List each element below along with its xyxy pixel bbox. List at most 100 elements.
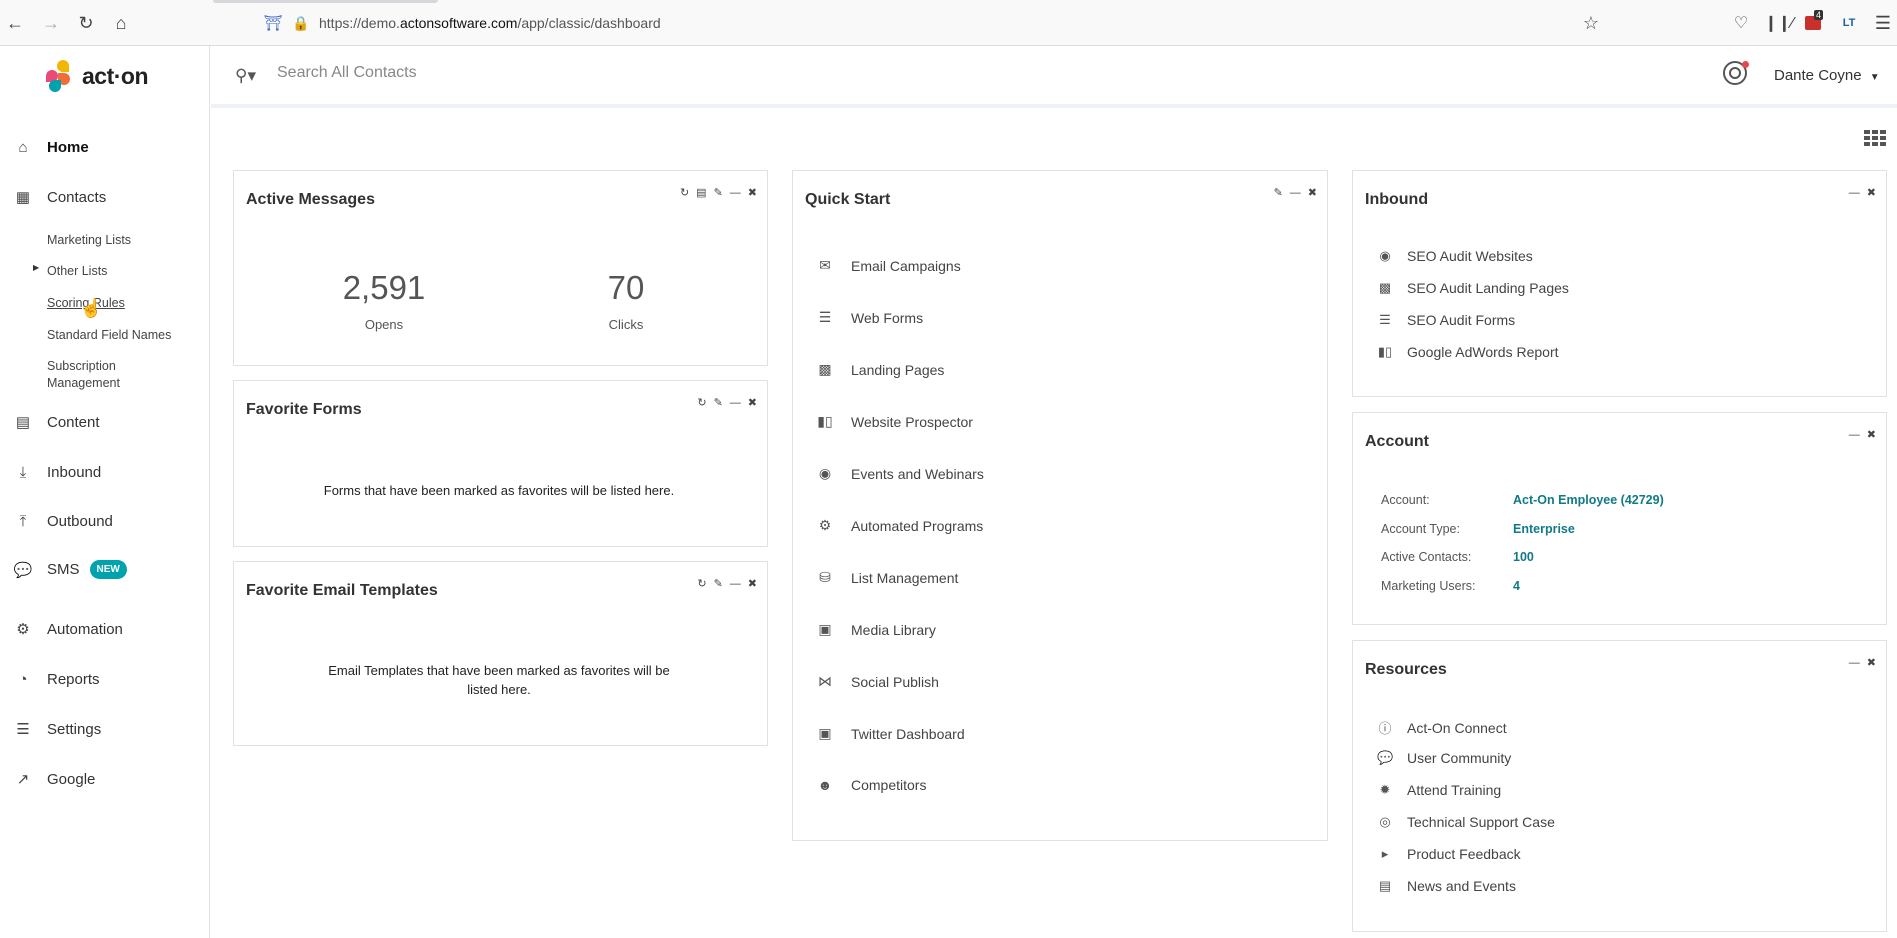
refresh-icon[interactable]: ↻ <box>697 397 706 409</box>
panel-title: Resources <box>1365 661 1447 678</box>
sub-other-lists[interactable]: Other Lists <box>47 263 107 280</box>
home-browser-icon[interactable]: ⌂ <box>106 8 136 38</box>
menu-icon[interactable]: ☰ <box>1870 8 1896 38</box>
nav-automation[interactable]: ⚙ Automation <box>14 620 123 639</box>
reload-icon[interactable]: ↻ <box>71 8 101 38</box>
minimize-icon[interactable]: — <box>1849 657 1860 669</box>
link-label: Google AdWords Report <box>1407 344 1559 360</box>
layout-grid-icon[interactable] <box>1864 130 1886 148</box>
nav-contacts[interactable]: ▦ Contacts <box>14 188 106 207</box>
clicks-metric[interactable]: 70 Clicks <box>556 269 696 332</box>
account-key: Marketing Users: <box>1381 579 1476 593</box>
resource-news-and-events[interactable]: ▤ News and Events <box>1377 878 1516 894</box>
qs-competitors[interactable]: ☻ Competitors <box>817 777 927 793</box>
nav-google-label: Google <box>47 770 96 788</box>
sub-subscription[interactable]: Subscription <box>47 358 116 375</box>
nav-reports[interactable]: ◔ Reports <box>14 670 99 688</box>
minimize-icon[interactable]: — <box>730 397 741 409</box>
qs-label: Email Campaigns <box>851 257 961 274</box>
resource-user-community[interactable]: 💬 User Community <box>1377 750 1511 766</box>
minimize-icon[interactable]: — <box>1849 429 1860 441</box>
qs-media-library[interactable]: ▣ Media Library <box>817 621 935 638</box>
account-value[interactable]: 100 <box>1513 550 1534 564</box>
pencil-icon[interactable]: ✎ <box>714 397 723 409</box>
pencil-icon[interactable]: ✎ <box>1274 187 1283 199</box>
inbound-seo-audit-landing-pages[interactable]: ▩ SEO Audit Landing Pages <box>1377 280 1569 296</box>
inbound-seo-audit-websites[interactable]: ◉ SEO Audit Websites <box>1377 248 1532 264</box>
hand-cursor-icon: ☝ <box>80 298 103 318</box>
qs-web-forms[interactable]: ☰ Web Forms <box>817 309 923 326</box>
sub-standard-field-names[interactable]: Standard Field Names <box>47 327 171 344</box>
act-on-logo[interactable]: act·on <box>46 60 149 92</box>
account-value[interactable]: Act-On Employee (42729) <box>1513 493 1664 507</box>
library-icon[interactable]: ❙❙∕ <box>1764 8 1793 38</box>
sub-management[interactable]: Management <box>47 375 120 392</box>
resource-act-on-connect[interactable]: ⓘ Act-On Connect <box>1377 718 1506 737</box>
qs-label: Twitter Dashboard <box>851 725 965 742</box>
qs-automated-programs[interactable]: ⚙ Automated Programs <box>817 517 984 534</box>
minimize-icon[interactable]: — <box>730 578 741 590</box>
qs-landing-pages[interactable]: ▩ Landing Pages <box>817 361 944 378</box>
minimize-icon[interactable]: — <box>730 187 741 199</box>
extension-icon[interactable]: 4 <box>1800 8 1826 38</box>
bookmark-star-icon[interactable]: ☆ <box>1576 8 1606 38</box>
qs-twitter-dashboard[interactable]: ▣ Twitter Dashboard <box>817 725 965 742</box>
qs-email-campaigns[interactable]: ✉ Email Campaigns <box>817 257 961 274</box>
pencil-icon[interactable]: ✎ <box>714 578 723 590</box>
refresh-icon[interactable]: ↻ <box>680 187 689 199</box>
forward-icon[interactable]: → <box>36 8 66 38</box>
account-row: Marketing Users: 4 <box>1381 579 1520 593</box>
pocket-icon[interactable]: ♡ <box>1728 8 1754 38</box>
refresh-icon[interactable]: ↻ <box>697 578 706 590</box>
languagetool-icon[interactable]: LT <box>1836 8 1862 38</box>
resource-technical-support-case[interactable]: ◎ Technical Support Case <box>1377 814 1555 830</box>
inbound-seo-audit-forms[interactable]: ☰ SEO Audit Forms <box>1377 312 1515 328</box>
table-icon[interactable]: ▤ <box>696 187 706 199</box>
resource-attend-training[interactable]: ✹ Attend Training <box>1377 782 1502 798</box>
clicks-value: 70 <box>607 269 645 306</box>
sub-marketing-lists[interactable]: Marketing Lists <box>47 232 131 249</box>
close-icon[interactable]: ✖ <box>1308 187 1317 199</box>
search-icon[interactable]: ⚲▾ <box>235 66 256 86</box>
nav-content[interactable]: ▤ Content <box>14 413 100 432</box>
close-icon[interactable]: ✖ <box>1867 657 1876 669</box>
nav-outbound[interactable]: ⤒ Outbound <box>14 512 113 530</box>
account-value[interactable]: Enterprise <box>1513 522 1575 536</box>
close-icon[interactable]: ✖ <box>1867 429 1876 441</box>
minimize-icon[interactable]: — <box>1849 187 1860 199</box>
close-icon[interactable]: ✖ <box>748 397 757 409</box>
close-icon[interactable]: ✖ <box>748 578 757 590</box>
list-icon: ☰ <box>1379 312 1391 327</box>
nav-sms[interactable]: 💬 SMS NEW <box>14 560 127 579</box>
newspaper-icon: ▤ <box>1378 878 1392 893</box>
lock-icon[interactable]: 🔒 <box>286 8 316 38</box>
nav-settings[interactable]: ☰ Settings <box>14 720 101 739</box>
minimize-icon[interactable]: — <box>1290 187 1301 199</box>
bar-chart-icon: ▮▯ <box>817 413 833 429</box>
url-bar[interactable]: https://demo. actonsoftware.com/app/class… <box>319 10 661 36</box>
search-input[interactable] <box>277 64 877 82</box>
nav-inbound[interactable]: ⤓ Inbound <box>14 463 102 481</box>
panel-tools: — ✖ <box>1849 187 1876 199</box>
inbound-google-adwords-report[interactable]: ▮▯ Google AdWords Report <box>1377 344 1559 360</box>
nav-home[interactable]: ⌂ Home <box>14 138 88 156</box>
shield-icon[interactable]: ⛩ <box>258 8 288 38</box>
caret-right-icon[interactable]: ▶ <box>33 263 39 272</box>
close-icon[interactable]: ✖ <box>1867 187 1876 199</box>
qs-label: Social Publish <box>851 673 939 690</box>
globe-icon: ◉ <box>818 465 832 481</box>
qs-list-management[interactable]: ⛁ List Management <box>817 569 958 586</box>
opens-metric[interactable]: 2,591 Opens <box>314 269 454 332</box>
close-icon[interactable]: ✖ <box>748 187 757 199</box>
nav-sms-label: SMS <box>47 561 80 578</box>
pencil-icon[interactable]: ✎ <box>714 187 723 199</box>
sidebar: act·on ⌂ Home ▦ Contacts Marketing Lists… <box>0 46 210 938</box>
user-menu[interactable]: Dante Coyne ▼ <box>1774 67 1880 84</box>
qs-social-publish[interactable]: ⋈ Social Publish <box>817 673 939 690</box>
qs-events-webinars[interactable]: ◉ Events and Webinars <box>817 465 984 482</box>
qs-website-prospector[interactable]: ▮▯ Website Prospector <box>817 413 973 430</box>
nav-google[interactable]: ↗ Google <box>14 770 96 789</box>
resource-product-feedback[interactable]: ▸ Product Feedback <box>1377 846 1521 862</box>
account-value[interactable]: 4 <box>1513 579 1520 593</box>
back-icon[interactable]: ← <box>0 8 30 38</box>
